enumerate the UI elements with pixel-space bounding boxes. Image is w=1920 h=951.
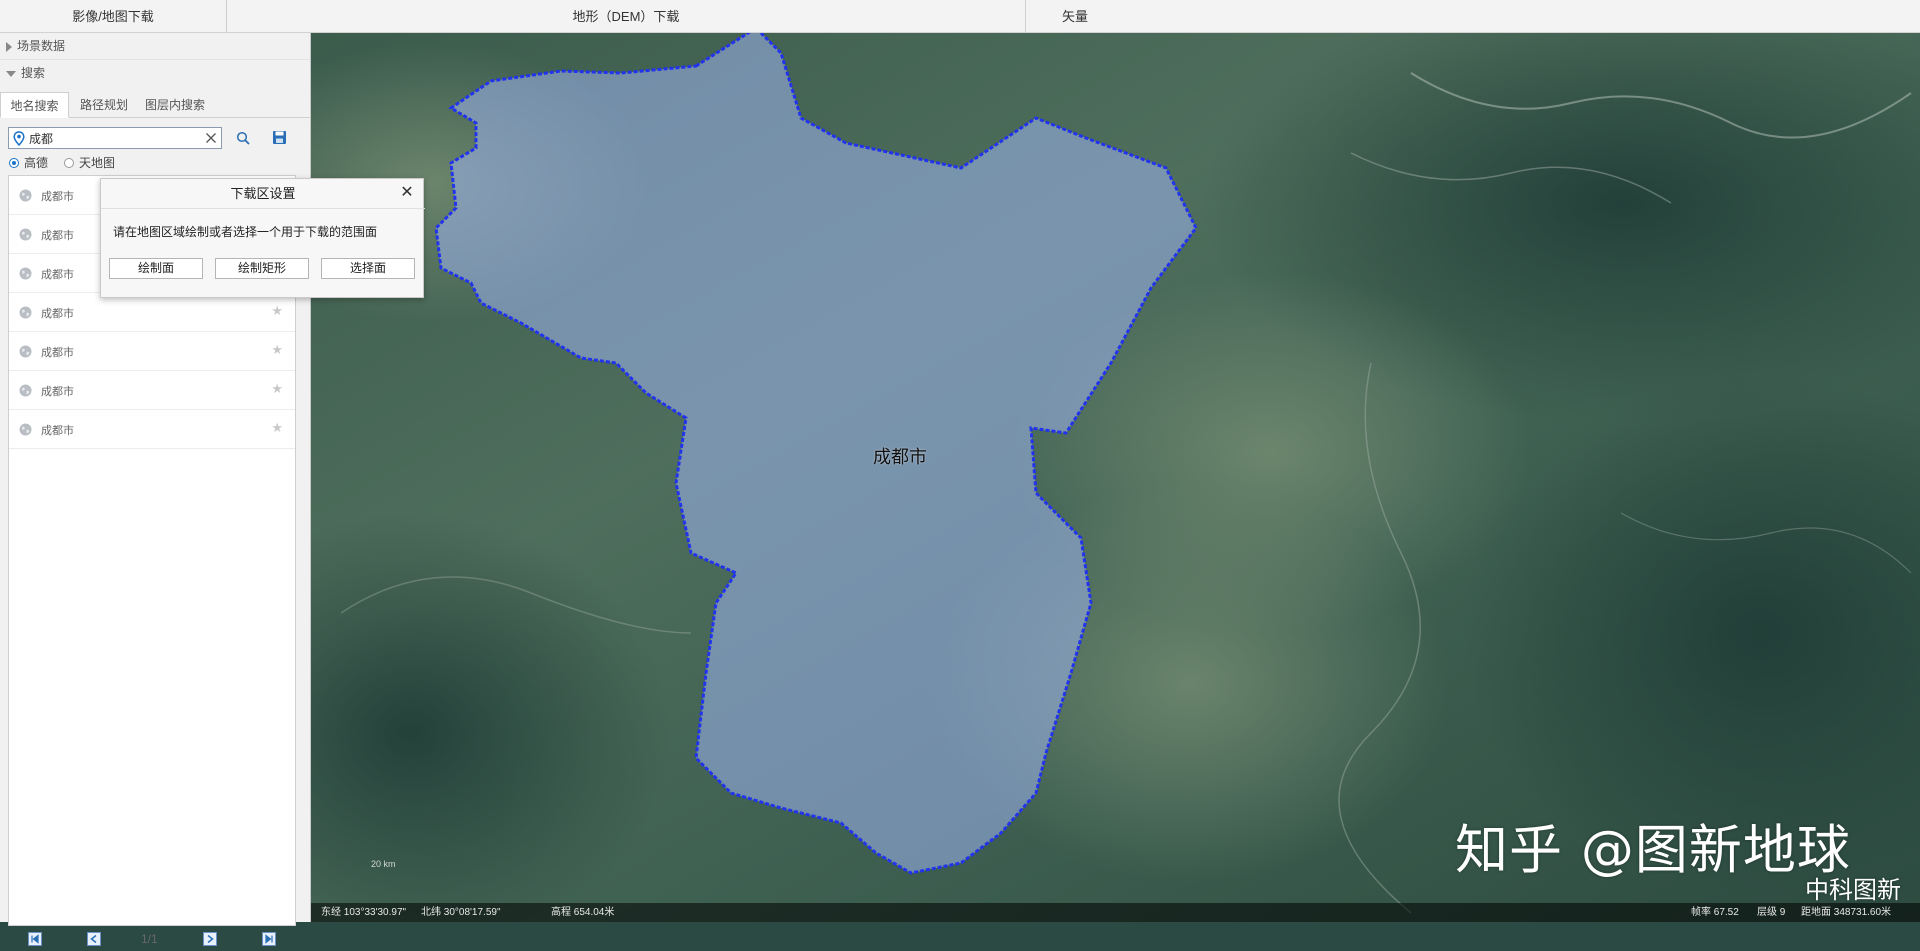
- city-label: 成都市: [873, 447, 927, 468]
- globe-icon: [19, 306, 32, 319]
- first-page-icon: [31, 934, 39, 944]
- section-label: 场景数据: [17, 39, 66, 53]
- page-indicator: 1/1: [141, 932, 158, 946]
- result-name: 成都市: [41, 425, 74, 437]
- globe-icon: [19, 267, 32, 280]
- select-polygon-button[interactable]: 选择面: [321, 258, 415, 279]
- result-name: 成都市: [41, 386, 74, 398]
- collapse-arrow-icon: [6, 70, 16, 77]
- first-page-button[interactable]: [28, 932, 42, 946]
- search-icon[interactable]: [236, 131, 251, 146]
- scene-data-section[interactable]: 场景数据: [0, 33, 310, 60]
- favorite-star-icon[interactable]: ★: [271, 342, 283, 358]
- globe-icon: [19, 189, 32, 202]
- prev-page-icon: [90, 934, 97, 944]
- next-page-button[interactable]: [203, 932, 217, 946]
- result-name: 成都市: [41, 308, 74, 320]
- radio-label: 天地图: [79, 156, 116, 170]
- download-area-dialog: 下载区设置 ✕ 请在地图区域绘制或者选择一个用于下载的范围面 绘制面 绘制矩形 …: [100, 178, 425, 298]
- result-name: 成都市: [41, 269, 74, 281]
- result-name: 成都市: [41, 347, 74, 359]
- clear-icon[interactable]: [205, 132, 217, 144]
- status-bar: 东经 103°33'30.97" 北纬 30°08'17.59" 高程 654.…: [311, 903, 1920, 922]
- tab-place-search[interactable]: 地名搜索: [0, 92, 69, 118]
- last-page-icon: [265, 934, 273, 944]
- next-page-icon: [207, 934, 214, 944]
- favorite-star-icon[interactable]: ★: [271, 381, 283, 397]
- pagination: 1/1: [8, 929, 296, 951]
- latitude-readout: 北纬 30°08'17.59": [421, 907, 501, 918]
- globe-icon: [19, 423, 32, 436]
- elevation-readout: 高程 654.04米: [551, 907, 615, 918]
- draw-rectangle-button[interactable]: 绘制矩形: [215, 258, 309, 279]
- tab-label: 图层内搜索: [144, 98, 205, 112]
- dialog-message: 请在地图区域绘制或者选择一个用于下载的范围面: [113, 225, 378, 239]
- globe-icon: [19, 345, 32, 358]
- place-search-box: [8, 127, 222, 149]
- prev-page-button[interactable]: [87, 932, 101, 946]
- location-pin-icon: [13, 131, 25, 146]
- globe-icon: [19, 384, 32, 397]
- source-gaode-radio[interactable]: 高德: [9, 154, 48, 172]
- radio-unselected-icon: [64, 158, 74, 168]
- result-name: 成都市: [41, 191, 74, 203]
- result-name: 成都市: [41, 230, 74, 242]
- tab-route-planning[interactable]: 路径规划: [72, 92, 136, 118]
- sidebar: 场景数据 搜索 地名搜索 路径规划 图层内搜索 高德 天地图 成都市: [0, 33, 311, 946]
- radio-selected-icon: [9, 158, 19, 168]
- level-readout: 层级 9: [1757, 907, 1786, 918]
- expand-arrow-icon: [6, 41, 12, 52]
- top-tab-bar: 影像/地图下载 地形（DEM）下载 矢量: [0, 0, 1920, 33]
- tab-label: 影像/地图下载: [72, 9, 154, 24]
- longitude-readout: 东经 103°33'30.97": [321, 907, 407, 918]
- fps-readout: 帧率 67.52: [1691, 907, 1739, 918]
- tab-dem-download[interactable]: 地形（DEM）下载: [227, 0, 1026, 33]
- map-view[interactable]: 成都市 20 km: [311, 33, 1920, 922]
- satellite-imagery: [311, 33, 1920, 922]
- tab-label: 地形（DEM）下载: [572, 9, 680, 24]
- dialog-title: 下载区设置: [101, 179, 425, 209]
- search-tabs: 地名搜索 路径规划 图层内搜索: [0, 92, 311, 118]
- globe-icon: [19, 228, 32, 241]
- tab-label: 地名搜索: [10, 99, 59, 113]
- distance-readout: 距地面 348731.60米: [1801, 907, 1892, 918]
- radio-label: 高德: [24, 156, 49, 170]
- list-item[interactable]: 成都市 ★: [9, 371, 295, 410]
- list-item[interactable]: 成都市 ★: [9, 332, 295, 371]
- draw-polygon-button[interactable]: 绘制面: [109, 258, 203, 279]
- list-item[interactable]: 成都市 ★: [9, 410, 295, 449]
- last-page-button[interactable]: [262, 932, 276, 946]
- tab-label: 矢量: [1062, 9, 1089, 24]
- list-item[interactable]: 成都市 ★: [9, 293, 295, 332]
- favorite-star-icon[interactable]: ★: [271, 420, 283, 436]
- watermark-brand: 中科图新: [1805, 876, 1901, 904]
- search-section[interactable]: 搜索: [0, 60, 310, 87]
- save-icon[interactable]: [272, 130, 287, 145]
- tab-vector[interactable]: 矢量: [1026, 0, 1920, 33]
- tab-imagery-download[interactable]: 影像/地图下载: [0, 0, 227, 33]
- favorite-star-icon[interactable]: ★: [271, 303, 283, 319]
- scale-label: 20 km: [371, 859, 396, 869]
- search-input[interactable]: [29, 130, 194, 146]
- close-icon[interactable]: ✕: [397, 183, 417, 203]
- section-label: 搜索: [21, 66, 46, 80]
- source-tianditu-radio[interactable]: 天地图: [64, 154, 115, 172]
- tab-label: 路径规划: [79, 98, 128, 112]
- tab-layer-search[interactable]: 图层内搜索: [138, 92, 212, 118]
- watermark-zhihu: 知乎 @图新地球: [1455, 820, 1851, 881]
